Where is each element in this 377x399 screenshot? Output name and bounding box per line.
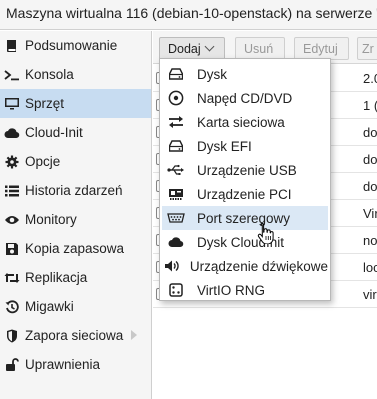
- add-button-label: Dodaj: [168, 41, 201, 56]
- sidebar: Podsumowanie Konsola Sprzęt Cloud-Init O…: [0, 31, 152, 399]
- row-value: loc: [363, 260, 377, 275]
- sidebar-item-monitory[interactable]: Monitory: [0, 205, 151, 234]
- sidebar-item-sprzet[interactable]: Sprzęt: [0, 89, 151, 118]
- menu-item-dysk-cloudinit[interactable]: Dysk CloudInit: [162, 230, 328, 254]
- menu-item-label: Karta sieciowa: [197, 114, 285, 130]
- sidebar-item-label: Kopia zapasowa: [25, 241, 125, 256]
- row-value: no: [363, 233, 377, 248]
- remove-button-label: Usuń: [244, 41, 274, 56]
- row-value: 2.0: [363, 71, 377, 86]
- row-value: vir: [363, 287, 377, 302]
- window-title: Maszyna wirtualna 116 (debian-10-opensta…: [0, 0, 377, 30]
- sidebar-item-label: Cloud-Init: [25, 125, 83, 140]
- list-icon: [2, 183, 22, 199]
- menu-item-label: Napęd CD/DVD: [197, 90, 293, 106]
- sidebar-item-cloud-init[interactable]: Cloud-Init: [0, 118, 151, 147]
- sidebar-item-label: Migawki: [25, 299, 74, 314]
- cloud-icon: [2, 125, 22, 141]
- sidebar-item-opcje[interactable]: Opcje: [0, 147, 151, 176]
- add-dropdown-menu: Dysk Napęd CD/DVD Karta sieciowa Dysk EF…: [159, 58, 331, 301]
- row-value: do: [363, 152, 377, 167]
- menu-item-naped-cd-dvd[interactable]: Napęd CD/DVD: [162, 86, 328, 110]
- sidebar-item-label: Zapora sieciowa: [25, 328, 124, 343]
- sidebar-item-zapora-sieciowa[interactable]: Zapora sieciowa: [0, 321, 151, 350]
- edit-button[interactable]: Edytuj: [294, 37, 349, 60]
- serial-port-icon: [164, 206, 188, 230]
- sidebar-item-label: Uprawnienia: [25, 357, 101, 372]
- shield-icon: [2, 328, 22, 344]
- menu-item-urzadzenie-usb[interactable]: Urządzenie USB: [162, 158, 328, 182]
- sidebar-item-replikacja[interactable]: Replikacja: [0, 263, 151, 292]
- sidebar-item-label: Konsola: [25, 67, 74, 82]
- sidebar-item-konsola[interactable]: Konsola: [0, 60, 151, 89]
- book-icon: [2, 38, 22, 54]
- menu-item-urzadzenie-dzwiekowe[interactable]: Urządzenie dźwiękowe: [162, 254, 328, 278]
- usb-icon: [164, 158, 188, 182]
- row-value: do: [363, 125, 377, 140]
- menu-item-port-szeregowy[interactable]: Port szeregowy: [162, 206, 328, 230]
- cloud-icon: [164, 230, 188, 254]
- sidebar-item-podsumowanie[interactable]: Podsumowanie: [0, 31, 151, 60]
- terminal-icon: [2, 67, 22, 83]
- pci-card-icon: [164, 182, 188, 206]
- row-value: 1 (: [363, 98, 377, 113]
- sidebar-item-uprawnienia[interactable]: Uprawnienia: [0, 350, 151, 379]
- edit-button-label: Edytuj: [303, 41, 338, 56]
- remove-button[interactable]: Usuń: [235, 37, 285, 60]
- row-value: do: [363, 179, 377, 194]
- menu-item-label: VirtIO RNG: [197, 282, 266, 298]
- hdd-icon: [164, 134, 188, 158]
- eye-icon: [2, 212, 22, 228]
- sidebar-item-label: Monitory: [25, 212, 77, 227]
- sidebar-item-label: Podsumowanie: [25, 38, 118, 53]
- sidebar-item-label: Replikacja: [25, 270, 88, 285]
- menu-item-label: Dysk: [197, 66, 227, 82]
- history-icon: [2, 299, 22, 315]
- unlock-icon: [2, 357, 22, 373]
- exchange-icon: [164, 110, 188, 134]
- floppy-icon: [2, 241, 22, 257]
- sidebar-item-migawki[interactable]: Migawki: [0, 292, 151, 321]
- gear-icon: [2, 154, 22, 170]
- menu-item-urzadzenie-pci[interactable]: Urządzenie PCI: [162, 182, 328, 206]
- dice-icon: [164, 278, 188, 302]
- row-value: Vir: [363, 206, 377, 221]
- next-toolbar-button-label: Zr: [362, 41, 374, 56]
- menu-item-label: Urządzenie dźwiękowe: [189, 258, 328, 274]
- menu-item-label: Dysk EFI: [197, 138, 252, 154]
- submenu-arrow-icon[interactable]: [131, 330, 137, 340]
- retweet-icon: [2, 270, 22, 286]
- menu-item-dysk-efi[interactable]: Dysk EFI: [162, 134, 328, 158]
- next-toolbar-button[interactable]: Zr: [357, 37, 377, 60]
- add-button[interactable]: Dodaj: [159, 37, 225, 60]
- menu-item-karta-sieciowa[interactable]: Karta sieciowa: [162, 110, 328, 134]
- volume-icon: [164, 254, 181, 278]
- sidebar-item-kopia-zapasowa[interactable]: Kopia zapasowa: [0, 234, 151, 263]
- sidebar-item-label: Sprzęt: [25, 96, 65, 111]
- menu-item-virtio-rng[interactable]: VirtIO RNG: [162, 278, 328, 302]
- menu-item-dysk[interactable]: Dysk: [162, 62, 328, 86]
- sidebar-item-label: Opcje: [25, 154, 61, 169]
- menu-item-label: Urządzenie USB: [197, 162, 297, 178]
- sidebar-item-historia-zdarzen[interactable]: Historia zdarzeń: [0, 176, 151, 205]
- sidebar-item-label: Historia zdarzeń: [25, 183, 123, 198]
- monitor-icon: [2, 96, 22, 112]
- chevron-down-icon: [204, 41, 215, 52]
- cdrom-icon: [164, 86, 188, 110]
- hdd-icon: [164, 62, 188, 86]
- menu-item-label: Port szeregowy: [197, 210, 291, 226]
- menu-item-label: Urządzenie PCI: [197, 186, 292, 202]
- hand-cursor-icon: [257, 222, 275, 247]
